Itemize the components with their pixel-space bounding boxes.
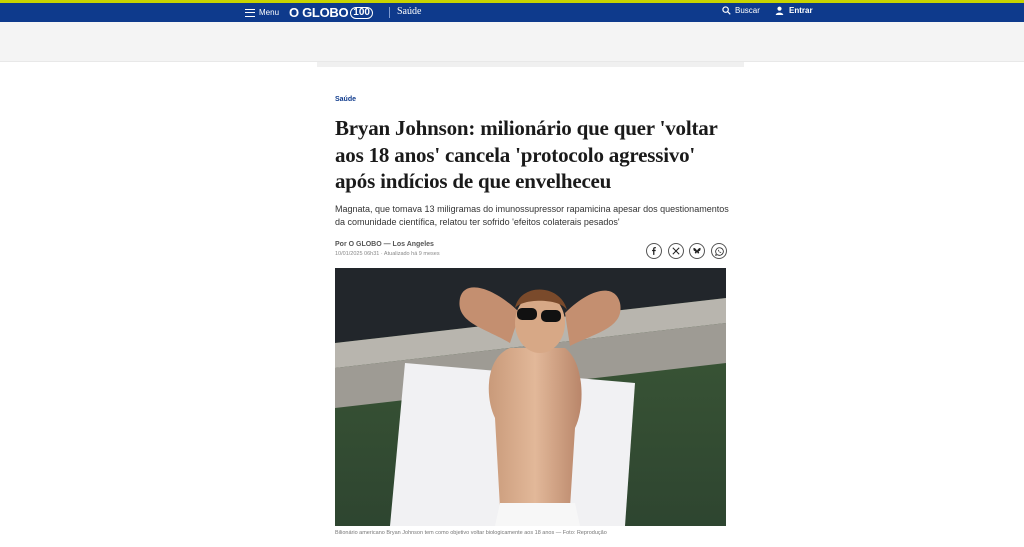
menu-button[interactable]: Menu — [245, 5, 279, 20]
ad-slot — [317, 62, 744, 67]
menu-label: Menu — [259, 8, 280, 17]
logo-text: O GLOBO — [289, 5, 349, 20]
site-logo[interactable]: O GLOBO 100 — [289, 5, 373, 20]
section-link[interactable]: Saúde — [397, 6, 421, 17]
share-bluesky-button[interactable] — [689, 243, 705, 259]
logo-badge: 100 — [350, 6, 373, 19]
article-kicker[interactable]: Saúde — [335, 96, 356, 103]
header-divider — [389, 7, 390, 18]
site-header: Menu O GLOBO 100 Saúde Buscar Entrar — [0, 3, 1024, 22]
article-photo — [335, 268, 726, 526]
user-icon — [775, 6, 784, 15]
login-label: Entrar — [789, 6, 813, 15]
ad-banner-area — [0, 22, 1024, 62]
article-byline: Por O GLOBO — Los Angeles — [335, 241, 434, 248]
share-x-button[interactable] — [668, 243, 684, 259]
bluesky-icon — [693, 247, 701, 254]
share-whatsapp-button[interactable] — [711, 243, 727, 259]
search-icon — [722, 6, 731, 15]
article-deck: Magnata, que tomava 13 miligramas do imu… — [335, 204, 729, 227]
search-button[interactable]: Buscar — [722, 6, 760, 15]
share-facebook-button[interactable] — [646, 243, 662, 259]
article-headline: Bryan Johnson: milionário que quer 'volt… — [335, 116, 718, 193]
photo-illustration — [335, 268, 726, 526]
hamburger-icon — [245, 8, 255, 17]
login-button[interactable]: Entrar — [775, 6, 813, 15]
article-dateline: 10/01/2025 06h31 · Atualizado há 9 meses — [335, 251, 440, 257]
photo-caption: Bilionário americano Bryan Johnson tem c… — [335, 530, 607, 536]
x-icon — [672, 247, 680, 255]
whatsapp-icon — [714, 246, 724, 256]
search-label: Buscar — [735, 6, 760, 15]
facebook-icon — [652, 247, 656, 255]
